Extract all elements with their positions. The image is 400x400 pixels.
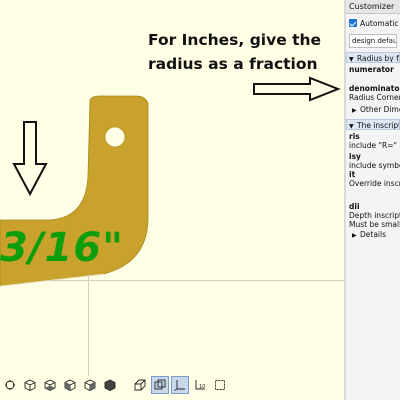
caret-down-icon: ▼ <box>349 123 354 130</box>
param-denominator: denominator <box>349 84 400 93</box>
details-toggle[interactable]: ▶ Details <box>346 229 400 241</box>
view-all-icon[interactable] <box>2 377 18 393</box>
automatic-preview-toggle[interactable]: Automatic Preview <box>346 14 400 32</box>
view-toolbar: 10 <box>0 374 344 396</box>
group-label-inscription: The inscription <box>357 121 399 130</box>
scale-label: 10 <box>199 384 205 390</box>
customizer-panel: Customizer Automatic Preview design defa… <box>346 0 400 400</box>
orthogonal-icon[interactable] <box>151 376 169 394</box>
param-dii-desc-1: Depth inscription <box>349 211 400 220</box>
group-label-radius: Radius by fraction <box>357 54 399 63</box>
automatic-preview-label: Automatic Preview <box>360 18 400 28</box>
annotation-line-1: For Inches, give the <box>148 31 322 49</box>
group-header-radius[interactable]: ▼Radius by fraction <box>346 52 400 63</box>
param-it: it <box>349 170 356 179</box>
group-header-inscription[interactable]: ▼The inscription <box>346 119 400 130</box>
down-arrow-icon <box>12 121 48 197</box>
param-ris-desc: include "R=" <box>349 141 397 150</box>
param-isy: isy <box>349 152 361 161</box>
param-isy-desc: include symbol " <box>349 161 400 170</box>
view-top-icon[interactable] <box>22 377 38 393</box>
checkbox-checked-icon[interactable] <box>349 19 357 27</box>
show-axes-icon[interactable] <box>171 376 189 394</box>
caret-right-icon: ▶ <box>352 107 357 114</box>
show-scale-icon[interactable]: 10 <box>192 377 208 393</box>
caret-right-icon: ▶ <box>352 232 357 239</box>
right-arrow-icon <box>253 76 341 102</box>
preset-select[interactable]: design default values <box>349 34 397 48</box>
view-left-icon[interactable] <box>62 377 78 393</box>
mounting-hole <box>104 126 126 148</box>
param-ris: ris <box>349 132 360 141</box>
caret-down-icon: ▼ <box>349 56 354 63</box>
3d-viewport[interactable]: 3/16" For Inches, give the radius as a f… <box>0 0 344 400</box>
annotation-line-2: radius as a fraction <box>148 55 318 73</box>
param-dii: dii <box>349 202 360 211</box>
details-label: Details <box>360 230 387 239</box>
param-dii-desc-2: Must be smaller <box>349 220 400 229</box>
other-dimensions-toggle[interactable]: ▶Other Dimensions <box>346 104 400 116</box>
view-right-icon[interactable] <box>82 377 98 393</box>
param-denominator-desc: Radius Corner given as fraction <box>349 93 400 102</box>
annotation-note: For Inches, give the radius as a fractio… <box>148 28 338 76</box>
part-inscription-text: 3/16" <box>0 225 124 271</box>
param-numerator: numerator <box>349 65 394 74</box>
param-it-desc: Override inscription <box>349 179 400 188</box>
customizer-title: Customizer <box>346 0 400 14</box>
view-front-icon[interactable] <box>102 377 118 393</box>
view-bottom-icon[interactable] <box>42 377 58 393</box>
perspective-icon[interactable] <box>132 377 148 393</box>
show-edges-icon[interactable] <box>212 377 228 393</box>
other-dimensions-label: Other Dimensions <box>360 105 400 114</box>
